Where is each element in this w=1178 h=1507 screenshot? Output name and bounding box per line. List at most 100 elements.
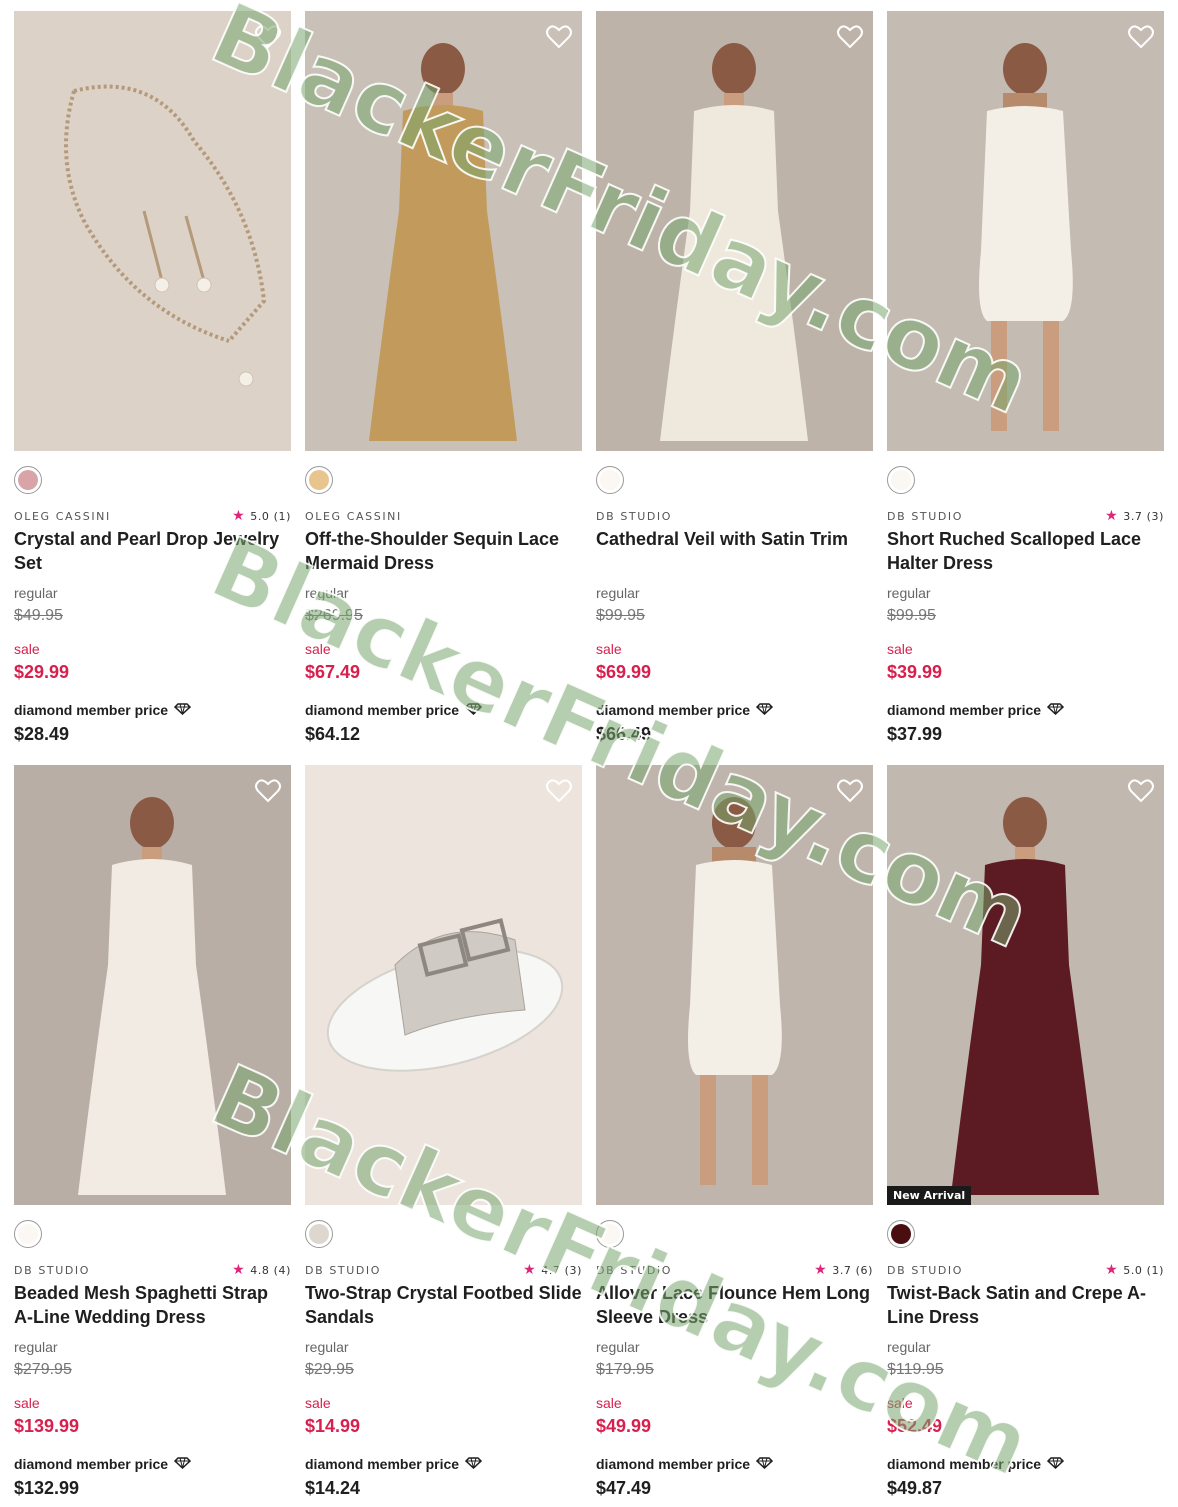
sale-label: sale — [305, 641, 331, 657]
color-swatch[interactable] — [305, 466, 333, 494]
regular-label: regular — [305, 585, 349, 601]
color-swatch[interactable] — [14, 1220, 42, 1248]
regular-label: regular — [305, 1339, 349, 1355]
diamond-icon — [173, 1456, 192, 1472]
diamond-member-price: $47.49 — [596, 1478, 652, 1498]
sale-label: sale — [596, 641, 622, 657]
rating-value: 4.8 (4) — [250, 1263, 291, 1277]
product-card[interactable]: OLEG CASSINI ★ 5.0 (1) Crystal and Pearl … — [14, 11, 291, 765]
brand-name: DB STUDIO — [305, 1264, 382, 1277]
rating-value: 3.7 (6) — [832, 1263, 873, 1277]
regular-price: $269.95 — [305, 607, 363, 624]
diamond-icon — [755, 702, 774, 718]
heart-icon[interactable] — [1128, 779, 1154, 803]
diamond-member-price: $14.24 — [305, 1478, 361, 1498]
sale-price: $29.99 — [14, 662, 70, 682]
heart-icon[interactable] — [1128, 25, 1154, 49]
product-name[interactable]: Allover Lace Flounce Hem Long Sleeve Dre… — [596, 1281, 873, 1329]
brand-name: DB STUDIO — [887, 1264, 964, 1277]
rating-value: 4.7 (3) — [541, 1263, 582, 1277]
product-photo — [14, 765, 291, 1205]
diamond-member-label: diamond member price — [887, 702, 1065, 718]
diamond-icon — [755, 1456, 774, 1472]
new-arrival-badge: New Arrival — [887, 1186, 972, 1205]
heart-icon[interactable] — [255, 779, 281, 803]
regular-label: regular — [596, 1339, 640, 1355]
product-name[interactable]: Two-Strap Crystal Footbed Slide Sandals — [305, 1281, 582, 1329]
product-name[interactable]: Crystal and Pearl Drop Jewelry Set — [14, 527, 291, 575]
product-card[interactable]: DB STUDIO Cathedral Veil with Satin Trim… — [596, 11, 873, 765]
color-swatch[interactable] — [596, 466, 624, 494]
diamond-member-label: diamond member price — [887, 1456, 1065, 1472]
heart-icon[interactable] — [837, 779, 863, 803]
diamond-member-label: diamond member price — [14, 1456, 192, 1472]
product-name[interactable]: Cathedral Veil with Satin Trim — [596, 527, 873, 551]
color-swatch[interactable] — [596, 1220, 624, 1248]
product-image[interactable]: New Arrival — [887, 765, 1164, 1205]
regular-label: regular — [596, 585, 640, 601]
rating-value: 5.0 (1) — [1123, 1263, 1164, 1277]
star-icon: ★ — [1105, 508, 1119, 524]
sale-label: sale — [887, 1395, 913, 1411]
diamond-icon — [464, 702, 483, 718]
product-photo — [887, 11, 1164, 451]
rating: ★ 3.7 (6) — [814, 1263, 873, 1277]
diamond-icon — [1046, 702, 1065, 718]
product-image[interactable] — [14, 11, 291, 451]
regular-price: $29.95 — [305, 1361, 354, 1378]
heart-icon[interactable] — [546, 25, 572, 49]
product-card[interactable]: DB STUDIO ★ 3.7 (3) Short Ruched Scallope… — [887, 11, 1164, 765]
product-card[interactable]: DB STUDIO ★ 3.7 (6) Allover Lace Flounce … — [596, 765, 873, 1507]
color-swatch[interactable] — [14, 466, 42, 494]
product-image[interactable] — [305, 765, 582, 1205]
product-image[interactable] — [305, 11, 582, 451]
diamond-icon — [173, 702, 192, 718]
product-image[interactable] — [14, 765, 291, 1205]
heart-icon[interactable] — [255, 25, 281, 49]
sale-price: $67.49 — [305, 662, 361, 682]
product-name[interactable]: Beaded Mesh Spaghetti Strap A-Line Weddi… — [14, 1281, 291, 1329]
rating-value: 5.0 (1) — [250, 509, 291, 523]
sale-label: sale — [14, 1395, 40, 1411]
product-card[interactable]: DB STUDIO ★ 4.7 (3) Two-Strap Crystal Foo… — [305, 765, 582, 1507]
diamond-member-price: $66.49 — [596, 724, 652, 744]
regular-label: regular — [887, 1339, 931, 1355]
rating: ★ 5.0 (1) — [232, 509, 291, 523]
sale-label: sale — [596, 1395, 622, 1411]
regular-price: $99.95 — [887, 607, 936, 624]
brand-name: DB STUDIO — [14, 1264, 91, 1277]
diamond-member-price: $132.99 — [14, 1478, 80, 1498]
star-icon: ★ — [523, 1262, 537, 1278]
brand-name: DB STUDIO — [887, 510, 964, 523]
product-image[interactable] — [887, 11, 1164, 451]
regular-price: $99.95 — [596, 607, 645, 624]
product-name[interactable]: Twist-Back Satin and Crepe A-Line Dress — [887, 1281, 1164, 1329]
product-photo — [887, 765, 1164, 1205]
product-photo — [305, 11, 582, 451]
heart-icon[interactable] — [837, 25, 863, 49]
diamond-member-label: diamond member price — [14, 702, 192, 718]
color-swatch[interactable] — [305, 1220, 333, 1248]
product-card[interactable]: OLEG CASSINI Off-the-Shoulder Sequin Lac… — [305, 11, 582, 765]
star-icon: ★ — [232, 1262, 246, 1278]
heart-icon[interactable] — [546, 779, 572, 803]
diamond-icon — [1046, 1456, 1065, 1472]
product-image[interactable] — [596, 765, 873, 1205]
color-swatch[interactable] — [887, 466, 915, 494]
product-grid: OLEG CASSINI ★ 5.0 (1) Crystal and Pearl … — [14, 11, 1164, 1507]
product-card[interactable]: New Arrival DB STUDIO ★ 5.0 (1) Twist-Bac… — [887, 765, 1164, 1507]
product-photo — [305, 765, 582, 1205]
product-name[interactable]: Off-the-Shoulder Sequin Lace Mermaid Dre… — [305, 527, 582, 575]
product-image[interactable] — [596, 11, 873, 451]
brand-name: OLEG CASSINI — [14, 510, 111, 523]
product-card[interactable]: DB STUDIO ★ 4.8 (4) Beaded Mesh Spaghetti… — [14, 765, 291, 1507]
diamond-icon — [464, 1456, 483, 1472]
sale-price: $14.99 — [305, 1416, 361, 1436]
product-photo — [14, 11, 291, 451]
brand-name: DB STUDIO — [596, 1264, 673, 1277]
sale-label: sale — [305, 1395, 331, 1411]
regular-label: regular — [887, 585, 931, 601]
product-name[interactable]: Short Ruched Scalloped Lace Halter Dress — [887, 527, 1164, 575]
color-swatch[interactable] — [887, 1220, 915, 1248]
rating: ★ 5.0 (1) — [1105, 1263, 1164, 1277]
